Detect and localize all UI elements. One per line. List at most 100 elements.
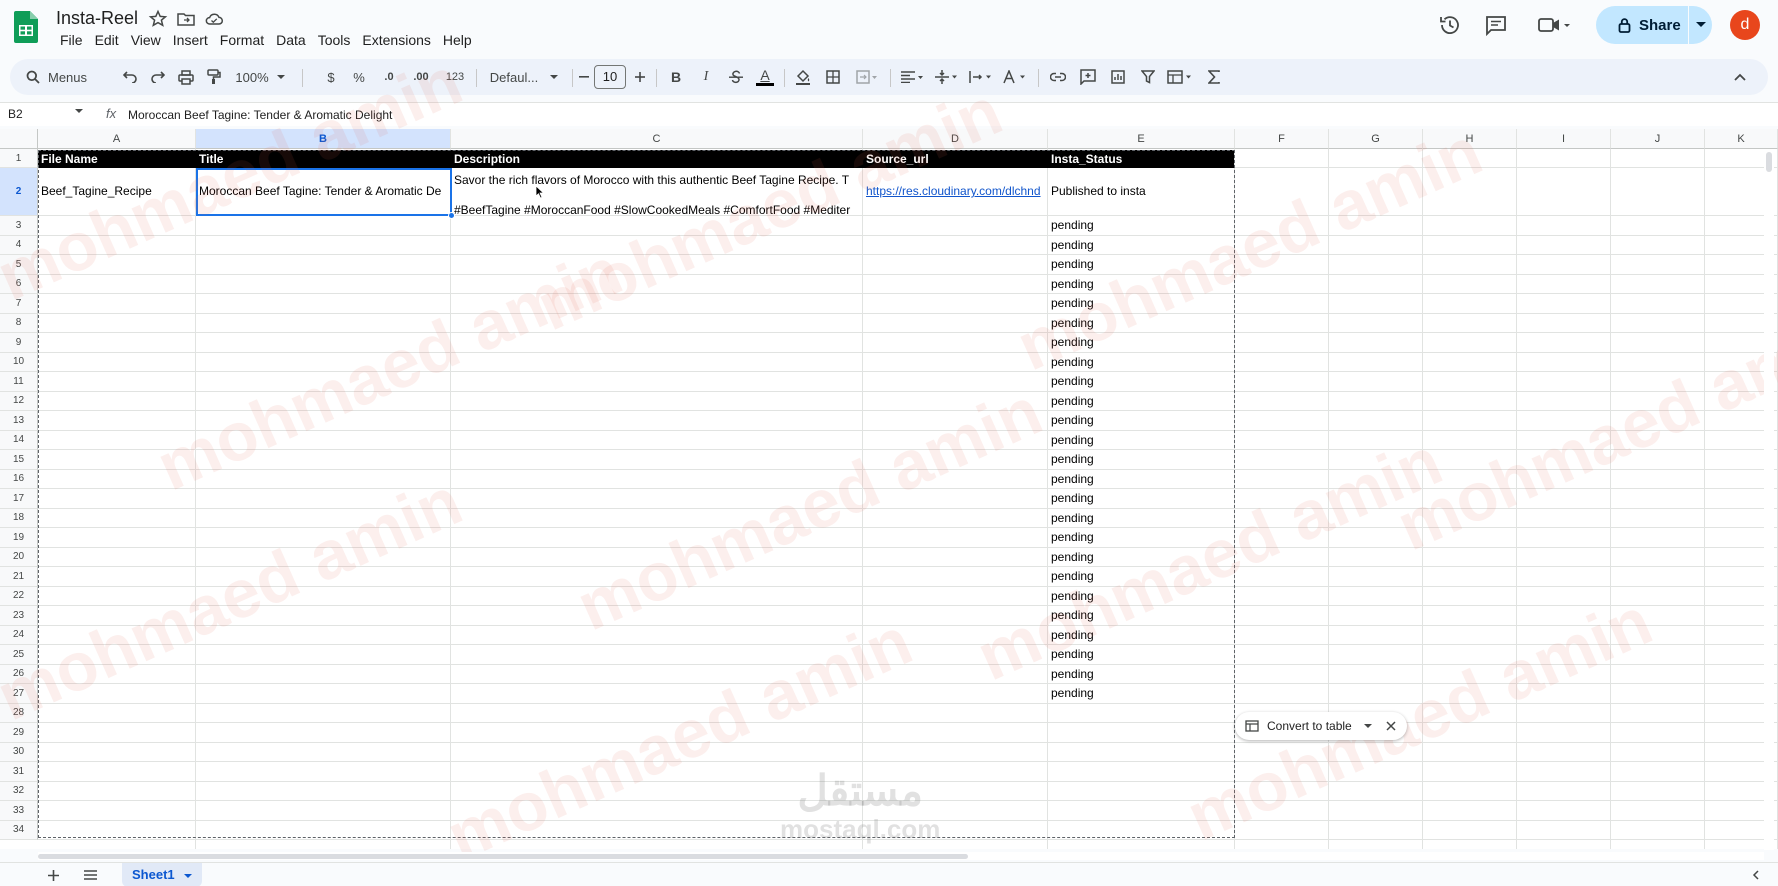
row-header-7[interactable]: 7	[0, 294, 38, 314]
cell-e20[interactable]: pending	[1048, 548, 1234, 568]
row-header-22[interactable]: 22	[0, 586, 38, 606]
cell-e12[interactable]: pending	[1048, 392, 1234, 412]
insert-chart-button[interactable]	[1106, 59, 1130, 95]
comments-icon[interactable]	[1483, 12, 1509, 38]
close-icon[interactable]	[1386, 721, 1396, 731]
row-header-19[interactable]: 19	[0, 528, 38, 548]
row-header-31[interactable]: 31	[0, 762, 38, 782]
row-header-16[interactable]: 16	[0, 469, 38, 489]
decrease-decimal-button[interactable]: .0	[378, 59, 400, 95]
cell-e24[interactable]: pending	[1048, 626, 1234, 646]
cell-e27[interactable]: pending	[1048, 684, 1234, 704]
font-family-select[interactable]: Defaul...	[484, 59, 564, 95]
share-dropdown[interactable]	[1689, 22, 1712, 28]
format-percent-button[interactable]: %	[350, 59, 368, 95]
star-icon[interactable]	[148, 9, 168, 29]
menu-extensions[interactable]: Extensions	[356, 31, 436, 49]
row-header-17[interactable]: 17	[0, 489, 38, 509]
cloud-saved-icon[interactable]	[204, 9, 224, 29]
row-header-25[interactable]: 25	[0, 645, 38, 665]
cell-e10[interactable]: pending	[1048, 353, 1234, 373]
merge-cells-button[interactable]	[852, 59, 882, 95]
name-box[interactable]: B2	[8, 107, 23, 121]
decrease-font-size-button[interactable]	[576, 59, 592, 95]
row-header-18[interactable]: 18	[0, 508, 38, 528]
vertical-scrollbar[interactable]	[1764, 150, 1774, 850]
cell-e15[interactable]: pending	[1048, 450, 1234, 470]
cell-e17[interactable]: pending	[1048, 489, 1234, 509]
menu-tools[interactable]: Tools	[312, 31, 357, 49]
column-header-j[interactable]: J	[1611, 129, 1705, 149]
cell-e5[interactable]: pending	[1048, 255, 1234, 275]
row-header-4[interactable]: 4	[0, 235, 38, 255]
collapse-toolbar-button[interactable]	[1728, 59, 1752, 95]
row-header-28[interactable]: 28	[0, 703, 38, 723]
move-folder-icon[interactable]	[176, 9, 196, 29]
spreadsheet-grid[interactable]: ABCDEFGHIJK 1 2 3 4 5 6 7 8 9 10 11 12 13 14 15 16 17 18 1…	[0, 129, 1778, 849]
more-formats-button[interactable]: 123	[442, 59, 468, 95]
print-button[interactable]	[174, 59, 198, 95]
row-header-24[interactable]: 24	[0, 625, 38, 645]
column-header-k[interactable]: K	[1705, 129, 1778, 149]
row-header-3[interactable]: 3	[0, 216, 38, 236]
row-header-30[interactable]: 30	[0, 742, 38, 762]
cell-a2[interactable]: Beef_Tagine_Recipe	[38, 168, 196, 215]
header-description[interactable]: Description	[451, 150, 863, 168]
row-header-10[interactable]: 10	[0, 352, 38, 372]
menu-edit[interactable]: Edit	[89, 31, 125, 49]
row-header-2[interactable]: 2	[0, 168, 38, 216]
cell-e6[interactable]: pending	[1048, 275, 1234, 295]
add-sheet-icon[interactable]	[48, 870, 59, 881]
cell-e21[interactable]: pending	[1048, 567, 1234, 587]
cell-e9[interactable]: pending	[1048, 333, 1234, 353]
row-header-15[interactable]: 15	[0, 450, 38, 470]
row-header-26[interactable]: 26	[0, 664, 38, 684]
row-header-9[interactable]: 9	[0, 333, 38, 353]
share-button[interactable]: Share	[1596, 6, 1712, 44]
row-header-20[interactable]: 20	[0, 547, 38, 567]
cell-e7[interactable]: pending	[1048, 294, 1234, 314]
share-main[interactable]: Share	[1596, 6, 1688, 44]
document-title[interactable]: Insta-Reel	[56, 8, 138, 29]
sheet-tab[interactable]: Sheet1	[122, 863, 202, 886]
cell-e14[interactable]: pending	[1048, 431, 1234, 451]
cell-d2-link[interactable]: https://res.cloudinary.com/dlchnd	[863, 168, 1048, 215]
cell-e13[interactable]: pending	[1048, 411, 1234, 431]
row-header-33[interactable]: 33	[0, 801, 38, 821]
row-header-21[interactable]: 21	[0, 567, 38, 587]
chevron-down-icon[interactable]	[75, 109, 83, 114]
column-header-c[interactable]: C	[451, 129, 863, 149]
cell-e26[interactable]: pending	[1048, 665, 1234, 685]
column-header-a[interactable]: A	[38, 129, 196, 149]
redo-button[interactable]	[146, 59, 170, 95]
increase-font-size-button[interactable]	[632, 59, 648, 95]
chevron-left-icon[interactable]	[1752, 870, 1760, 880]
row-header-27[interactable]: 27	[0, 684, 38, 704]
menu-help[interactable]: Help	[437, 31, 478, 49]
row-header-8[interactable]: 8	[0, 313, 38, 333]
row-header-1[interactable]: 1	[0, 149, 38, 168]
cell-e11[interactable]: pending	[1048, 372, 1234, 392]
cell-c2-line1[interactable]: Savor the rich flavors of Morocco with t…	[451, 173, 863, 189]
row-header-6[interactable]: 6	[0, 274, 38, 294]
bold-button[interactable]: B	[666, 59, 686, 95]
menu-search[interactable]: Menus	[26, 59, 110, 95]
meet-video-icon[interactable]	[1536, 12, 1572, 38]
italic-button[interactable]: I	[696, 59, 716, 95]
row-header-14[interactable]: 14	[0, 430, 38, 450]
cell-e25[interactable]: pending	[1048, 645, 1234, 665]
vertical-align-button[interactable]	[932, 59, 962, 95]
undo-button[interactable]	[118, 59, 142, 95]
row-header-32[interactable]: 32	[0, 781, 38, 801]
text-rotation-button[interactable]	[1000, 59, 1030, 95]
cell-e4[interactable]: pending	[1048, 236, 1234, 256]
vertical-scroll-thumb[interactable]	[1766, 152, 1772, 172]
borders-button[interactable]	[822, 59, 844, 95]
strikethrough-button[interactable]	[726, 59, 746, 95]
sheets-logo-icon[interactable]	[14, 11, 38, 43]
row-header-5[interactable]: 5	[0, 255, 38, 275]
header-insta-status[interactable]: Insta_Status	[1048, 150, 1234, 168]
column-header-g[interactable]: G	[1329, 129, 1423, 149]
column-header-f[interactable]: F	[1235, 129, 1329, 149]
menu-data[interactable]: Data	[270, 31, 312, 49]
